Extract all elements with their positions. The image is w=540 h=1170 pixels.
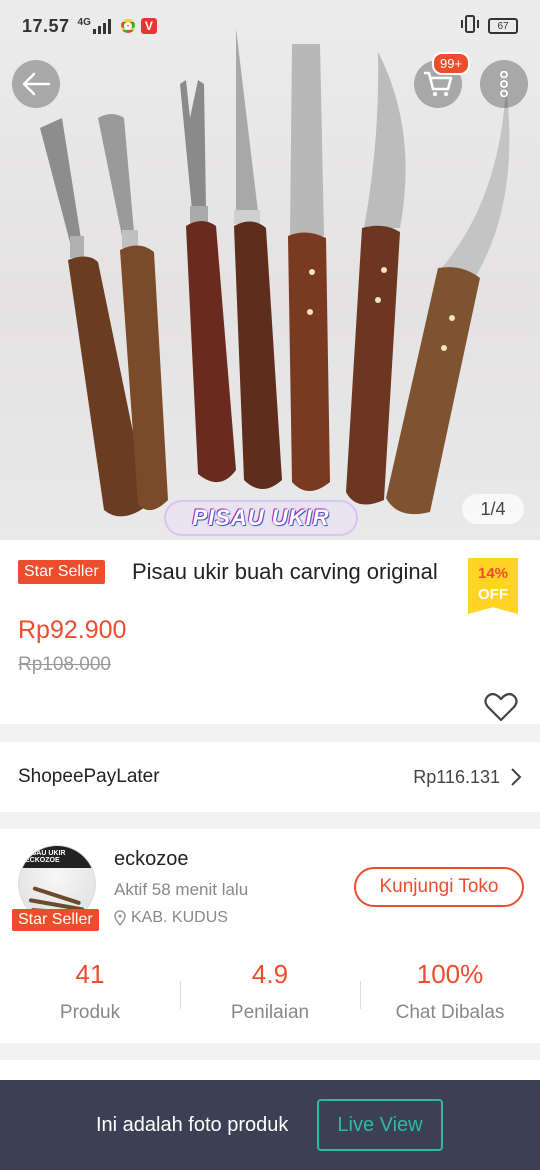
cart-button[interactable]: 99+ xyxy=(414,52,471,108)
original-price: Rp108.000 xyxy=(18,654,111,675)
shop-stats: 41 Produk 4.9 Penilaian 100% Chat Dibala… xyxy=(0,953,540,1023)
chrome-icon xyxy=(120,19,135,33)
battery-level: 67 xyxy=(497,20,509,32)
shop-star-seller-badge: Star Seller xyxy=(12,909,99,931)
vivaldi-icon: V xyxy=(140,18,157,34)
image-stamp: PISAU UKIR xyxy=(164,500,358,536)
photo-notice-text: Ini adalah foto produk xyxy=(96,1114,289,1136)
product-image[interactable]: 17.57 4G V 67 99+ PISAU UKIR 1/4 xyxy=(0,0,540,540)
stat-value: 4.9 xyxy=(251,959,289,989)
status-bar: 17.57 4G V 67 xyxy=(0,0,540,52)
back-button[interactable] xyxy=(12,60,60,108)
shop-location: KAB. KUDUS xyxy=(114,909,228,927)
discount-off-label: OFF xyxy=(478,586,508,603)
more-vertical-icon xyxy=(500,71,508,97)
shop-active-status: Aktif 58 menit lalu xyxy=(114,880,249,899)
paylater-row[interactable]: ShopeePayLater Rp116.131 xyxy=(0,742,540,812)
discount-badge: 14% OFF xyxy=(468,558,518,614)
stat-rating[interactable]: 4.9 Penilaian xyxy=(180,953,360,1023)
image-counter: 1/4 xyxy=(462,494,524,524)
star-seller-badge: Star Seller xyxy=(18,560,105,584)
stat-label: Penilaian xyxy=(230,1002,310,1023)
chevron-right-icon xyxy=(511,768,522,786)
stat-label: Chat Dibalas xyxy=(395,1002,505,1023)
stat-value: 41 xyxy=(75,959,105,989)
stat-chat-response[interactable]: 100% Chat Dibalas xyxy=(360,953,540,1023)
visit-shop-button[interactable]: Kunjungi Toko xyxy=(354,867,524,907)
cart-count-badge: 99+ xyxy=(432,52,471,75)
location-pin-icon xyxy=(114,910,126,926)
discount-percent: 14% xyxy=(477,565,509,582)
shop-location-text: KAB. KUDUS xyxy=(131,909,228,926)
stat-value: 100% xyxy=(416,959,484,989)
paylater-amount: Rp116.131 xyxy=(413,766,500,787)
battery-icon: 67 xyxy=(488,18,518,34)
status-time: 17.57 xyxy=(22,15,70,36)
stat-label: Produk xyxy=(59,1002,121,1023)
product-price: Rp92.900 xyxy=(18,616,127,644)
vibrate-icon xyxy=(460,14,480,38)
signal-icon xyxy=(92,18,111,34)
heart-icon xyxy=(484,692,518,722)
back-arrow-icon xyxy=(22,72,51,96)
more-options-button[interactable] xyxy=(480,60,528,108)
network-type: 4G xyxy=(77,16,91,28)
shop-name[interactable]: eckozoe xyxy=(114,848,189,871)
bottom-bar: Ini adalah foto produk Live View xyxy=(0,1080,540,1170)
favorite-button[interactable] xyxy=(484,692,518,727)
live-view-button[interactable]: Live View xyxy=(317,1099,443,1151)
paylater-label: ShopeePayLater xyxy=(18,766,160,787)
stat-products[interactable]: 41 Produk xyxy=(0,953,180,1023)
avatar-text: PISAU UKIR ECKOZOE xyxy=(25,850,66,864)
shop-card: PISAU UKIR ECKOZOE Star Seller eckozoe A… xyxy=(0,829,540,1043)
next-section-card xyxy=(0,1060,540,1080)
product-title: Pisau ukir buah carving original xyxy=(132,559,438,584)
product-info-card: Star Seller Pisau ukir buah carving orig… xyxy=(0,540,540,724)
